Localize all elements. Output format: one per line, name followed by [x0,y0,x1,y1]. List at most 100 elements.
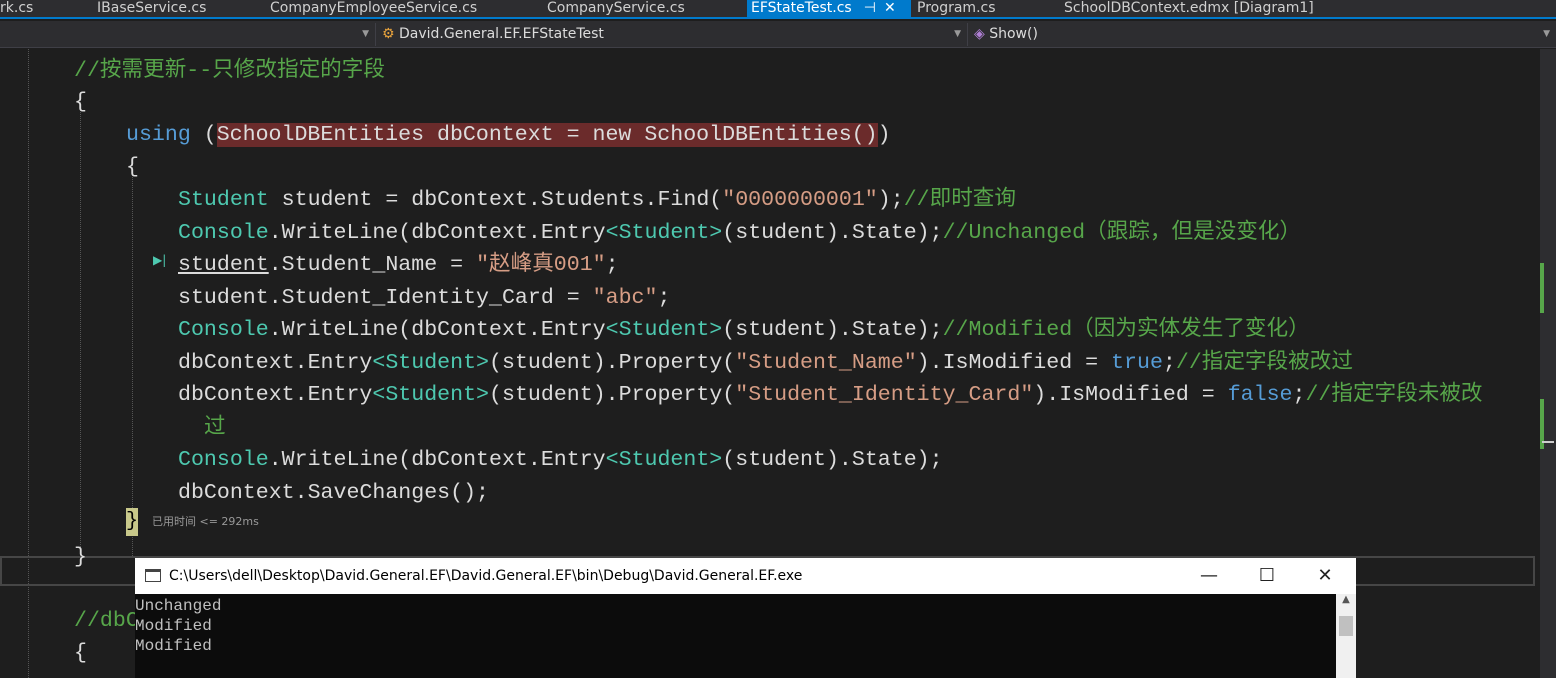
code-token: (student).State); [722,221,943,245]
tab-label: EFStateTest.cs [751,0,852,16]
console-scrollbar[interactable]: ▲ [1336,594,1356,678]
code-token: //即时查询 [903,188,1016,212]
tab-schooldbcontext[interactable]: SchoolDBContext.edmx [Diagram1] [1064,0,1314,19]
console-window[interactable]: C:\Users\dell\Desktop\David.General.EF\D… [135,558,1356,678]
code-token: "赵峰真001" [476,253,606,277]
perf-tip: 已用时间 <= 292ms [152,515,259,528]
code-line: { [74,637,87,669]
tab-companyservice[interactable]: CompanyService.cs [547,0,685,19]
code-line: using (SchoolDBEntities dbContext = new … [126,119,891,151]
class-icon: ⚙ [382,26,395,42]
code-token: ; [657,286,671,310]
close-icon[interactable]: ✕ [884,0,896,16]
code-token: //指定字段被改过 [1175,351,1353,375]
matched-brace: } [126,508,138,536]
code-token: "abc" [592,286,658,310]
navigation-bar: ▼ ⚙ David.General.EF.EFStateTest ▼ ◈ Show… [0,21,1556,48]
code-token: Console [178,448,269,472]
tab-companyemployeeservice[interactable]: CompanyEmployeeService.cs [270,0,477,19]
code-token: student.Student_Identity_Card = [178,286,593,310]
code-line: Console.WriteLine(dbContext.Entry<Studen… [178,444,943,476]
code-line: Console.WriteLine(dbContext.Entry<Studen… [178,314,1310,346]
code-token: ); [877,188,904,212]
code-token: SchoolDBEntities dbContext = new SchoolD… [216,123,878,147]
class-combo-label: David.General.EF.EFStateTest [399,26,604,42]
code-line: { [126,151,139,183]
code-token: dbContext.Entry [178,383,373,407]
code-token: student [178,253,269,277]
chevron-down-icon: ▼ [362,29,369,39]
code-token: dbContext.Entry [178,351,373,375]
close-button[interactable]: ✕ [1302,558,1348,594]
member-combo[interactable]: ◈ Show() ▼ [970,23,1556,46]
code-token: Console [178,221,269,245]
code-token: (student).Property( [489,383,736,407]
code-token: .WriteLine(dbContext.Entry [268,318,606,342]
code-line: Student student = dbContext.Students.Fin… [178,184,1016,216]
code-token: <Student> [605,221,723,245]
code-token: ).IsModified = [916,351,1112,375]
code-token: //Unchanged（跟踪，但是没变化） [942,221,1302,245]
code-token: { [74,641,87,665]
minimize-button[interactable]: — [1186,558,1232,594]
class-combo[interactable]: ⚙ David.General.EF.EFStateTest ▼ [378,23,968,46]
console-title-bar[interactable]: C:\Users\dell\Desktop\David.General.EF\D… [135,558,1356,594]
maximize-button[interactable]: ☐ [1244,558,1290,594]
tab-efstatetest[interactable]: EFStateTest.cs ⊣ ✕ [747,0,911,19]
code-token: (student).Property( [489,351,736,375]
code-token: <Student> [372,383,490,407]
scroll-thumb[interactable] [1339,616,1353,636]
code-token: using [126,123,191,147]
code-line: dbContext.Entry<Student>(student).Proper… [178,379,1483,411]
output-line: Modified [135,617,212,635]
code-token: ; [1162,351,1176,375]
code-token: <Student> [605,318,723,342]
caret-marker [1542,441,1554,443]
console-title: C:\Users\dell\Desktop\David.General.EF\D… [169,568,803,584]
indent-guide [132,161,133,556]
tab-rk[interactable]: rk.cs [0,0,33,19]
code-token: ( [190,123,217,147]
chevron-down-icon: ▼ [1543,29,1550,39]
indent-guide [80,97,81,547]
code-token: //Modified（因为实体发生了变化） [942,318,1310,342]
code-token: "Student_Name" [735,351,917,375]
project-combo[interactable]: ▼ [0,23,376,46]
code-line: dbContext.Entry<Student>(student).Proper… [178,347,1353,379]
execution-pointer-icon: ▶| [153,253,167,267]
code-line: //dbC [74,605,139,637]
code-line: Console.WriteLine(dbContext.Entry<Studen… [178,217,1301,249]
code-line: student.Student_Identity_Card = "abc"; [178,282,670,314]
code-line: dbContext.SaveChanges(); [178,477,489,509]
code-token: 过 [204,416,226,440]
code-line: { [74,86,87,118]
tab-ibaseservice[interactable]: IBaseService.cs [97,0,206,19]
code-line: 过 [204,412,226,444]
vertical-scrollbar[interactable] [1540,49,1556,678]
pin-icon[interactable]: ⊣ [864,0,876,16]
code-token: Console [178,318,269,342]
code-token: .WriteLine(dbContext.Entry [268,221,606,245]
code-token: <Student> [372,351,490,375]
change-marker [1540,263,1544,313]
code-token: } [74,545,87,569]
chevron-down-icon: ▼ [954,29,961,39]
code-token: Student [178,188,269,212]
code-token: ) [877,123,891,147]
code-token: .WriteLine(dbContext.Entry [268,448,606,472]
console-output: Unchanged Modified Modified [135,594,1356,656]
code-token: (student).State); [722,318,943,342]
code-token: <Student> [605,448,723,472]
scroll-up-icon[interactable]: ▲ [1336,594,1356,605]
output-line: Modified [135,637,212,655]
console-icon [145,569,161,582]
document-tabs: rk.cs IBaseService.cs CompanyEmployeeSer… [0,0,1556,19]
code-line: } [74,541,87,573]
tab-program[interactable]: Program.cs [917,0,996,19]
code-token: //dbC [74,609,139,633]
code-token: { [126,155,139,179]
code-token: { [74,90,87,114]
code-token: "0000000001" [722,188,878,212]
code-token: ).IsModified = [1033,383,1228,407]
code-token: .Student_Name = [268,253,477,277]
